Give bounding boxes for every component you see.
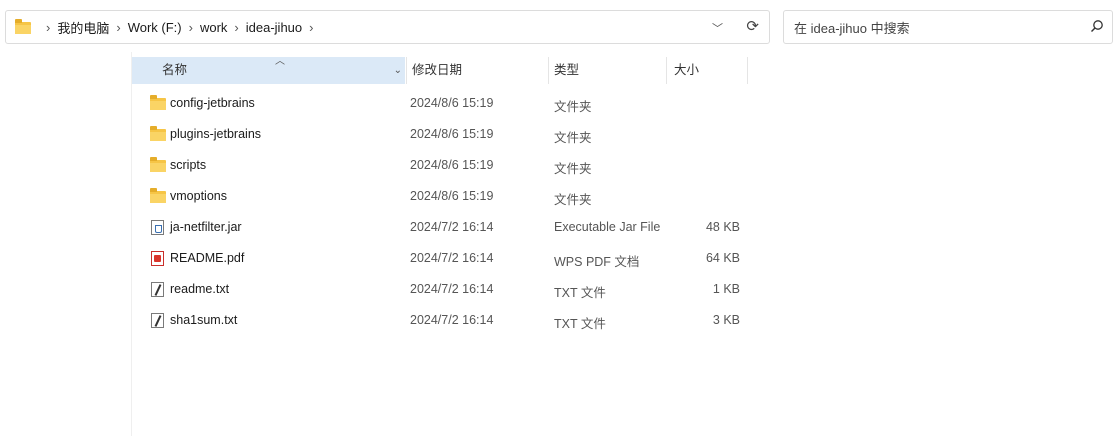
column-header-label: 修改日期: [412, 63, 463, 77]
file-size: 48 KB: [705, 220, 740, 234]
file-type: WPS PDF 文档: [554, 255, 640, 269]
chevron-down-icon[interactable]: ⌄: [394, 57, 402, 84]
file-name: plugins-jetbrains: [170, 127, 262, 141]
refresh-icon[interactable]: ⟳: [746, 17, 759, 35]
file-list: config-jetbrains 2024/8/6 15:19 文件夹 plug…: [132, 88, 748, 336]
file-row[interactable]: plugins-jetbrains 2024/8/6 15:19 文件夹: [132, 119, 748, 150]
chevron-right-icon[interactable]: ›: [116, 20, 120, 35]
column-header-row: 名称 ︿ ⌄ 修改日期 类型 大小: [132, 56, 748, 84]
file-name: vmoptions: [170, 189, 227, 203]
breadcrumb-item-my-computer[interactable]: 我的电脑: [57, 18, 109, 37]
file-row[interactable]: sha1sum.txt 2024/7/2 16:14 TXT 文件 3 KB: [132, 305, 748, 336]
file-type: 文件夹: [554, 162, 592, 176]
file-type: 文件夹: [554, 100, 592, 114]
file-name: ja-netfilter.jar: [170, 220, 242, 234]
address-bar[interactable]: › 我的电脑 › Work (F:) › work › idea-jihuo ›…: [5, 10, 770, 44]
search-input[interactable]: [792, 17, 1086, 39]
txt-file-icon: [150, 313, 166, 328]
breadcrumb: › 我的电脑 › Work (F:) › work › idea-jihuo ›: [39, 18, 320, 37]
chevron-right-icon[interactable]: ›: [189, 20, 193, 35]
pdf-file-icon: [150, 251, 166, 266]
file-row[interactable]: readme.txt 2024/7/2 16:14 TXT 文件 1 KB: [132, 274, 748, 305]
sort-ascending-icon: ︿: [275, 56, 285, 67]
file-name: sha1sum.txt: [170, 313, 238, 327]
file-date: 2024/7/2 16:14: [410, 282, 494, 296]
column-header-label: 名称: [162, 63, 188, 77]
file-type: TXT 文件: [554, 286, 606, 300]
file-name: scripts: [170, 158, 207, 172]
file-date: 2024/8/6 15:19: [410, 189, 494, 203]
file-date: 2024/8/6 15:19: [410, 96, 494, 110]
file-name: config-jetbrains: [170, 96, 255, 110]
file-date: 2024/8/6 15:19: [410, 158, 494, 172]
file-type: TXT 文件: [554, 317, 606, 331]
jar-file-icon: [150, 220, 166, 235]
file-size: 3 KB: [712, 313, 740, 327]
chevron-down-icon[interactable]: ﹀: [712, 20, 723, 36]
breadcrumb-item-idea-jihuo[interactable]: idea-jihuo: [246, 20, 302, 35]
file-row[interactable]: scripts 2024/8/6 15:19 文件夹: [132, 150, 748, 181]
breadcrumb-item-work-drive[interactable]: Work (F:): [128, 20, 182, 35]
file-row[interactable]: vmoptions 2024/8/6 15:19 文件夹: [132, 181, 748, 212]
search-box[interactable]: [783, 10, 1113, 44]
file-type: Executable Jar File: [554, 220, 661, 234]
file-size: 1 KB: [712, 282, 740, 296]
file-date: 2024/7/2 16:14: [410, 313, 494, 327]
file-type: 文件夹: [554, 131, 592, 145]
folder-icon: [15, 19, 33, 34]
file-row[interactable]: README.pdf 2024/7/2 16:14 WPS PDF 文档 64 …: [132, 243, 748, 274]
column-header-type[interactable]: 类型: [548, 57, 666, 84]
chevron-right-icon[interactable]: ›: [46, 20, 50, 35]
file-date: 2024/8/6 15:19: [410, 127, 494, 141]
column-header-size[interactable]: 大小: [666, 57, 748, 84]
folder-icon: [150, 126, 166, 142]
breadcrumb-item-work[interactable]: work: [200, 20, 227, 35]
folder-icon: [150, 95, 166, 111]
column-header-label: 大小: [674, 63, 700, 77]
chevron-right-icon[interactable]: ›: [309, 20, 313, 35]
file-name: readme.txt: [170, 282, 230, 296]
file-size: 64 KB: [705, 251, 740, 265]
chevron-right-icon[interactable]: ›: [234, 20, 238, 35]
file-row[interactable]: ja-netfilter.jar 2024/7/2 16:14 Executab…: [132, 212, 748, 243]
file-date: 2024/7/2 16:14: [410, 251, 494, 265]
column-header-date[interactable]: 修改日期: [406, 57, 548, 84]
column-header-label: 类型: [554, 63, 580, 77]
file-row[interactable]: config-jetbrains 2024/8/6 15:19 文件夹: [132, 88, 748, 119]
folder-icon: [150, 188, 166, 204]
file-type: 文件夹: [554, 193, 592, 207]
folder-icon: [150, 157, 166, 173]
navigation-pane: [0, 52, 132, 436]
txt-file-icon: [150, 282, 166, 297]
search-icon[interactable]: [1090, 19, 1104, 33]
file-name: README.pdf: [170, 251, 245, 265]
column-header-name[interactable]: 名称 ︿ ⌄: [132, 56, 405, 84]
file-date: 2024/7/2 16:14: [410, 220, 494, 234]
